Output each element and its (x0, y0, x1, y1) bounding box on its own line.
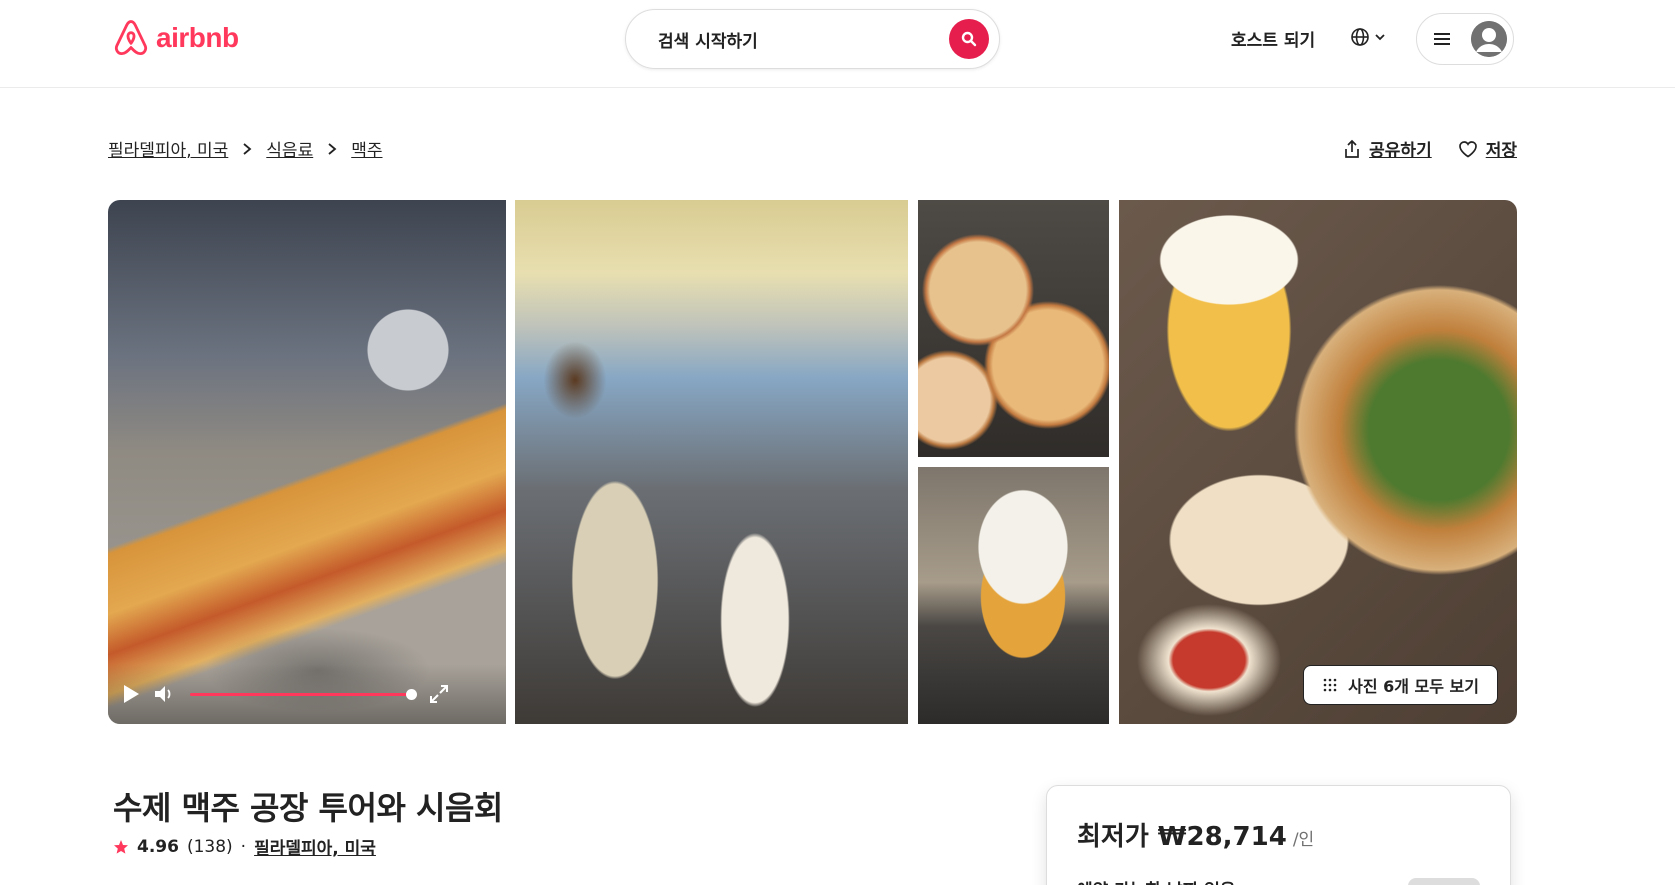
listing-location-link[interactable]: 필라델피아, 미국 (254, 834, 376, 859)
review-count[interactable]: (138) (187, 837, 233, 857)
price-row: 최저가 ₩28,714 /인 (1077, 816, 1314, 853)
rating-value: 4.96 (137, 836, 179, 857)
breadcrumb-subcategory[interactable]: 맥주 (351, 136, 382, 161)
save-label: 저장 (1485, 141, 1517, 161)
price-value: 최저가 ₩28,714 (1077, 822, 1287, 852)
booking-card: 최저가 ₩28,714 /인 예약 가능한 날짜 없음 (1046, 785, 1511, 885)
fullscreen-icon[interactable] (429, 684, 449, 704)
play-icon[interactable] (122, 684, 140, 704)
user-menu-button[interactable] (1416, 13, 1514, 65)
show-all-photos-button[interactable]: 사진 6개 모두 보기 (1303, 665, 1498, 705)
listing-actions: 공유하기 저장 (1343, 136, 1517, 161)
availability-text: 예약 가능한 날짜 없음 (1077, 876, 1236, 885)
photo-gallery: 사진 6개 모두 보기 (108, 200, 1517, 724)
video-progress-knob[interactable] (406, 688, 417, 700)
user-avatar-icon (1471, 21, 1507, 57)
language-selector[interactable] (1350, 27, 1386, 47)
share-label: 공유하기 (1369, 141, 1432, 161)
chevron-right-icon (243, 142, 252, 155)
photo-beer-glass[interactable] (918, 467, 1109, 724)
heart-icon (1458, 140, 1477, 158)
share-button[interactable]: 공유하기 (1343, 136, 1432, 161)
search-bar[interactable]: 검색 시작하기 (625, 9, 1000, 69)
price-unit: /인 (1292, 830, 1315, 850)
listing-title: 수제 맥주 공장 투어와 시음회 (113, 789, 503, 827)
logo-text: airbnb (156, 22, 239, 53)
top-header: airbnb 검색 시작하기 호스트 되기 (0, 0, 1675, 88)
photo-pizzas-beer-can[interactable] (918, 200, 1109, 457)
chevron-down-icon (1375, 34, 1385, 41)
show-all-label: 사진 6개 모두 보기 (1348, 677, 1479, 696)
search-icon (961, 31, 977, 47)
photo-beer-pizza-flatbread[interactable]: 사진 6개 모두 보기 (1119, 200, 1517, 724)
video-controls (108, 664, 506, 724)
breadcrumb: 필라델피아, 미국 식음료 맥주 (108, 136, 383, 161)
star-icon (114, 839, 128, 854)
search-placeholder[interactable]: 검색 시작하기 (658, 27, 758, 52)
chevron-right-icon (328, 142, 337, 155)
photo-crowd-brewery[interactable] (515, 200, 908, 724)
airbnb-logo-icon (114, 20, 148, 56)
grid-dots-icon (1323, 678, 1337, 692)
save-button[interactable]: 저장 (1458, 136, 1517, 161)
airbnb-logo[interactable]: airbnb (112, 18, 239, 58)
share-icon (1345, 139, 1360, 158)
video-progress-bar[interactable] (190, 688, 417, 700)
breadcrumb-category[interactable]: 식음료 (266, 136, 313, 161)
volume-icon[interactable] (154, 684, 176, 704)
search-button[interactable] (949, 19, 989, 59)
breadcrumb-location[interactable]: 필라델피아, 미국 (108, 136, 228, 161)
become-host-link[interactable]: 호스트 되기 (1231, 26, 1315, 51)
video-pizza-table[interactable] (108, 200, 506, 724)
listing-meta: 4.96 (138) · 필라델피아, 미국 (113, 834, 376, 859)
avatar (1471, 21, 1507, 57)
globe-icon (1351, 28, 1369, 46)
availability-button[interactable] (1408, 878, 1480, 885)
meta-separator: · (240, 836, 247, 857)
hamburger-menu-icon (1434, 33, 1450, 45)
